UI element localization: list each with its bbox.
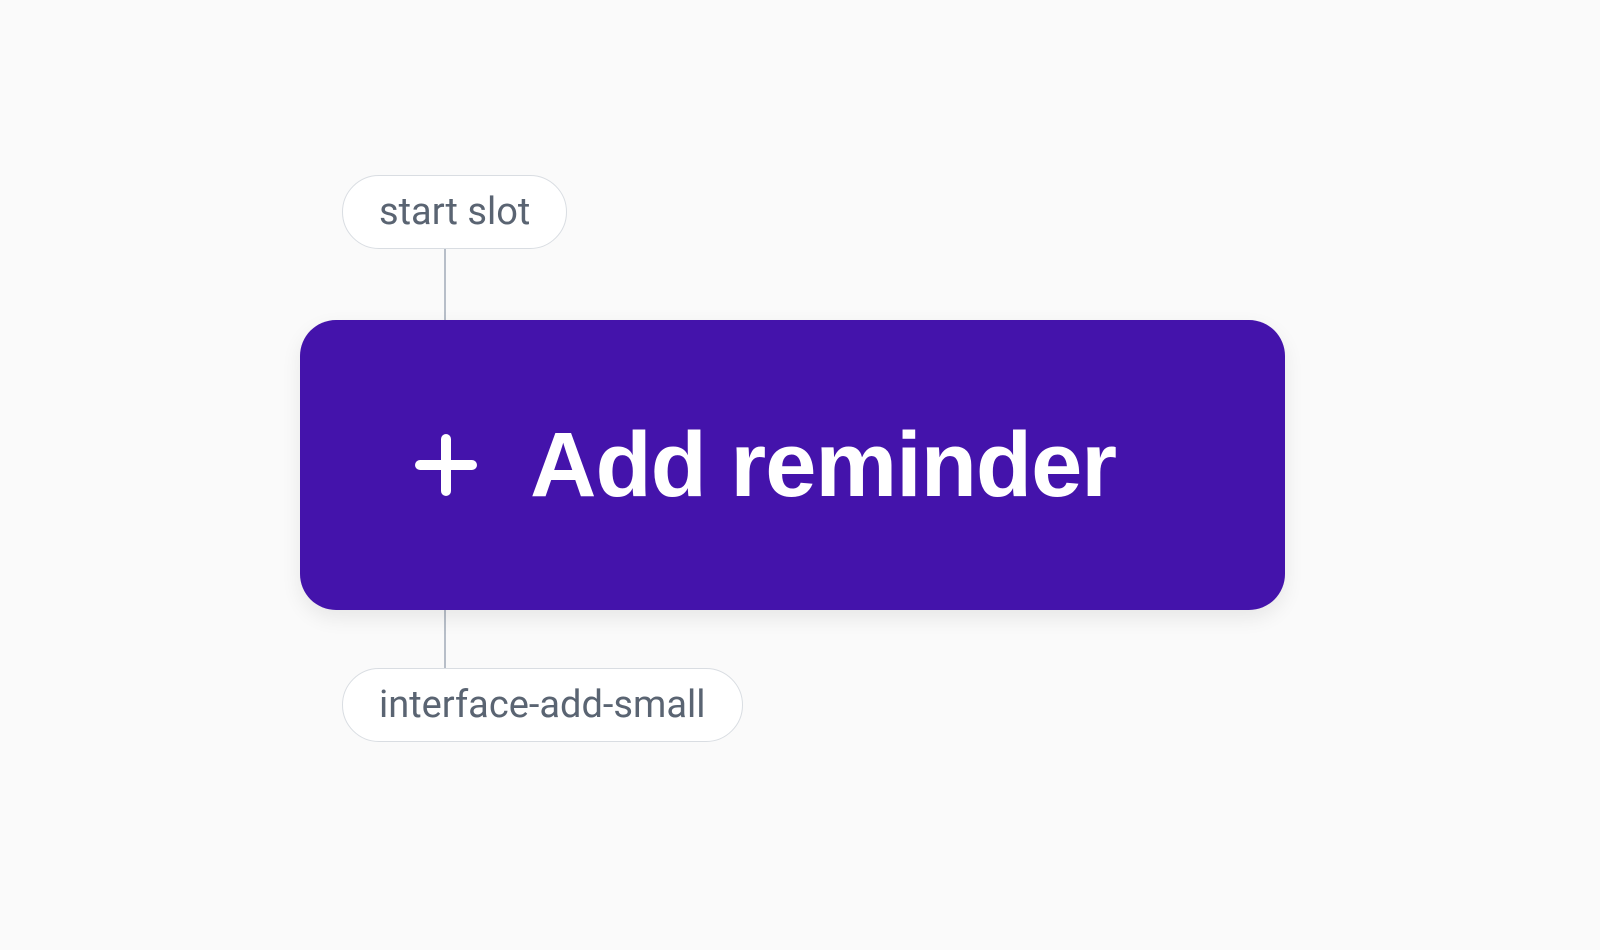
annotation-pill-start-slot: start slot	[342, 175, 567, 249]
connector-line-bottom	[444, 610, 446, 668]
button-label: Add reminder	[530, 413, 1116, 518]
add-reminder-button[interactable]: Add reminder	[300, 320, 1285, 610]
annotation-label: interface-add-small	[379, 683, 706, 727]
connector-line-top	[444, 247, 446, 320]
plus-icon	[410, 429, 482, 501]
diagram-canvas: start slot Add reminder interface-add-sm…	[0, 0, 1600, 950]
annotation-label: start slot	[379, 190, 530, 234]
annotation-pill-icon-name: interface-add-small	[342, 668, 743, 742]
